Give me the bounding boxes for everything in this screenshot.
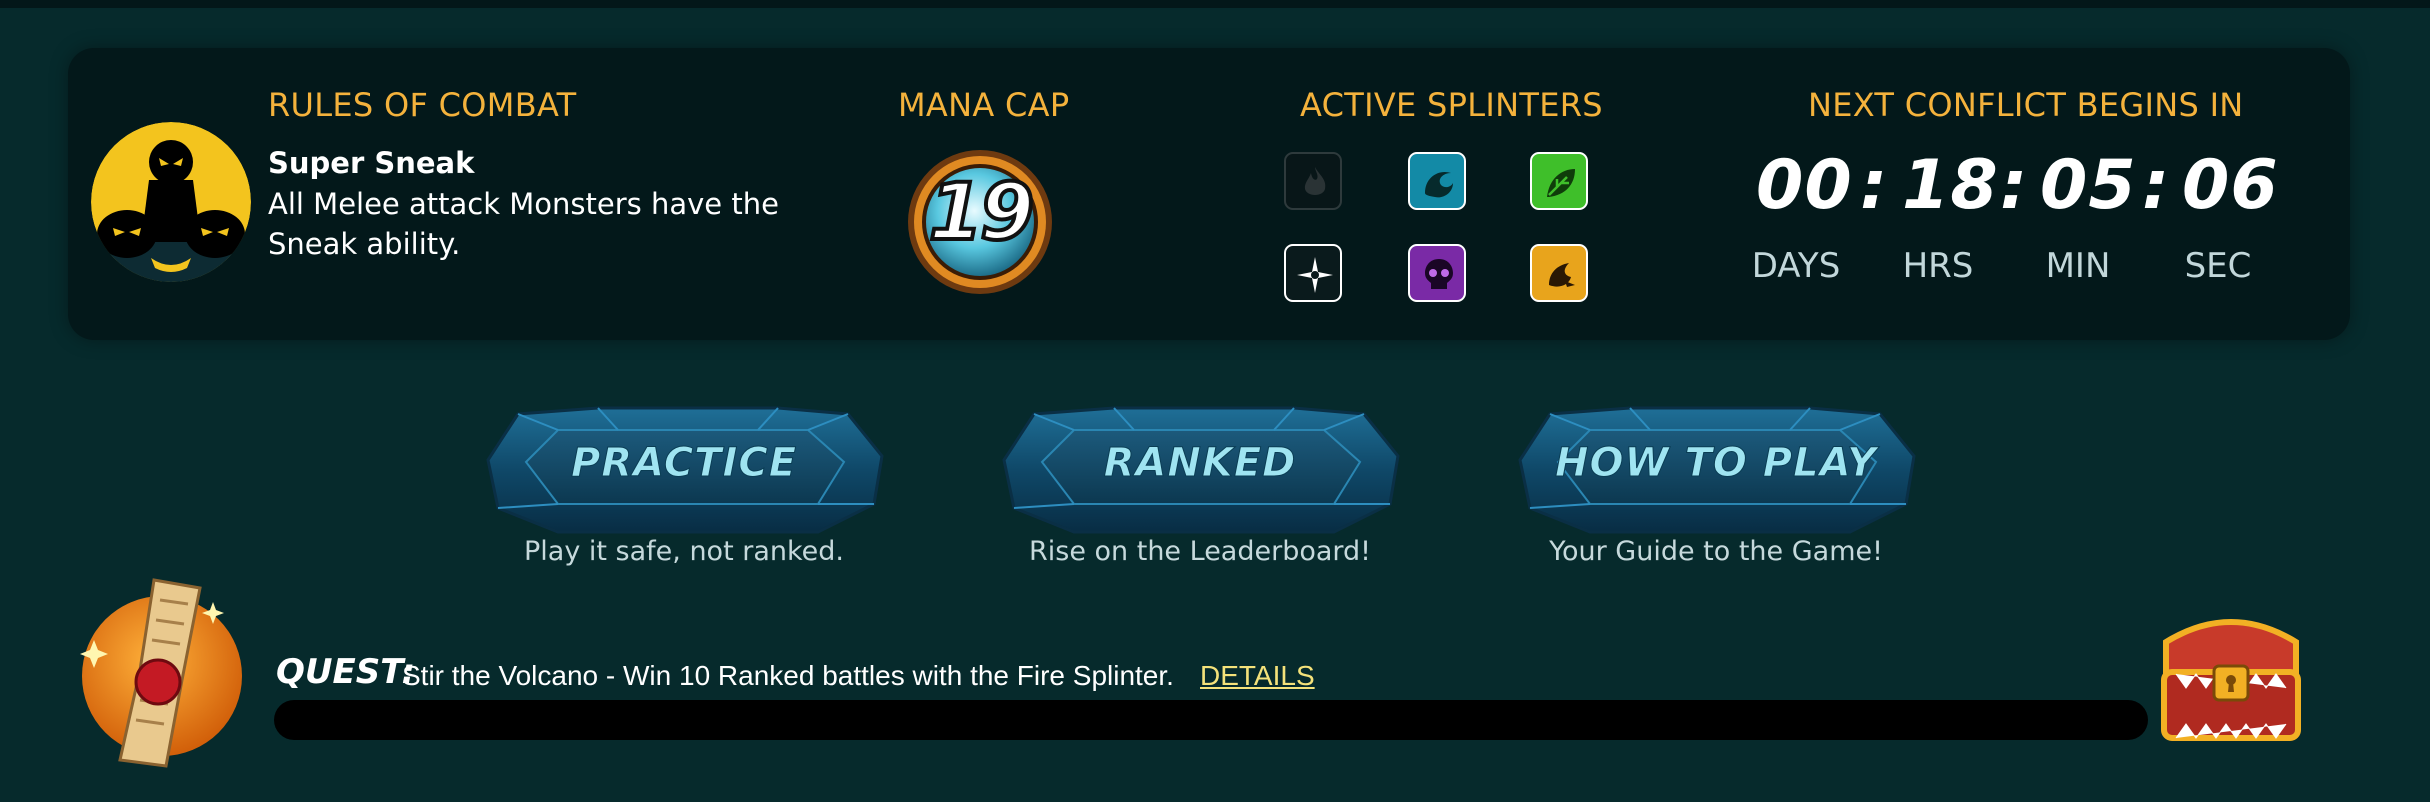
splinters-header: ACTIVE SPLINTERS bbox=[1300, 86, 1603, 124]
how-to-play-subtitle: Your Guide to the Game! bbox=[1549, 536, 1883, 567]
timer-sep-1: : bbox=[1860, 146, 1889, 225]
ranked-button-label[interactable]: RANKED bbox=[994, 440, 1406, 487]
timer-label-days: DAYS bbox=[1751, 246, 1841, 286]
mana-cap-value: 19 bbox=[927, 166, 1037, 260]
practice-button-label[interactable]: PRACTICE bbox=[478, 440, 890, 487]
timer-sep-3: : bbox=[2142, 146, 2171, 225]
rule-name: Super Sneak bbox=[268, 146, 475, 180]
top-strip bbox=[0, 0, 2430, 8]
quest-details-link[interactable]: DETAILS bbox=[1200, 660, 1315, 692]
rule-description: All Melee attack Monsters have the Sneak… bbox=[268, 187, 779, 261]
ranked-subtitle: Rise on the Leaderboard! bbox=[1029, 536, 1371, 567]
timer-days: 00 bbox=[1756, 146, 1853, 225]
timer-sep-2: : bbox=[2000, 146, 2029, 225]
timer-hours: 18 bbox=[1902, 146, 1999, 225]
how-to-play-button-label[interactable]: HOW TO PLAY bbox=[1510, 440, 1922, 487]
timer-label-hours: HRS bbox=[1902, 246, 1974, 286]
timer-minutes: 05 bbox=[2040, 146, 2137, 225]
timer-header: NEXT CONFLICT BEGINS IN bbox=[1808, 86, 2244, 124]
timer-label-seconds: SEC bbox=[2184, 246, 2252, 286]
life-splinter-icon bbox=[1284, 244, 1342, 302]
timer-seconds: 06 bbox=[2182, 146, 2279, 225]
death-splinter-icon bbox=[1408, 244, 1466, 302]
quest-title: QUEST: bbox=[276, 652, 416, 692]
treasure-chest-icon[interactable] bbox=[2146, 612, 2316, 752]
quest-description: Stir the Volcano - Win 10 Ranked battles… bbox=[402, 660, 1174, 691]
dragon-splinter-icon bbox=[1530, 244, 1588, 302]
rules-header: RULES OF COMBAT bbox=[268, 86, 577, 124]
super-sneak-icon bbox=[91, 122, 251, 282]
timer-label-minutes: MIN bbox=[2045, 246, 2111, 286]
quest-progress-bar bbox=[274, 700, 2148, 740]
earth-splinter-icon bbox=[1530, 152, 1588, 210]
water-splinter-icon bbox=[1408, 152, 1466, 210]
mana-cap-header: MANA CAP bbox=[898, 86, 1070, 124]
practice-subtitle: Play it safe, not ranked. bbox=[523, 536, 845, 567]
quest-scroll-icon bbox=[70, 570, 260, 770]
fire-splinter-icon bbox=[1284, 152, 1342, 210]
